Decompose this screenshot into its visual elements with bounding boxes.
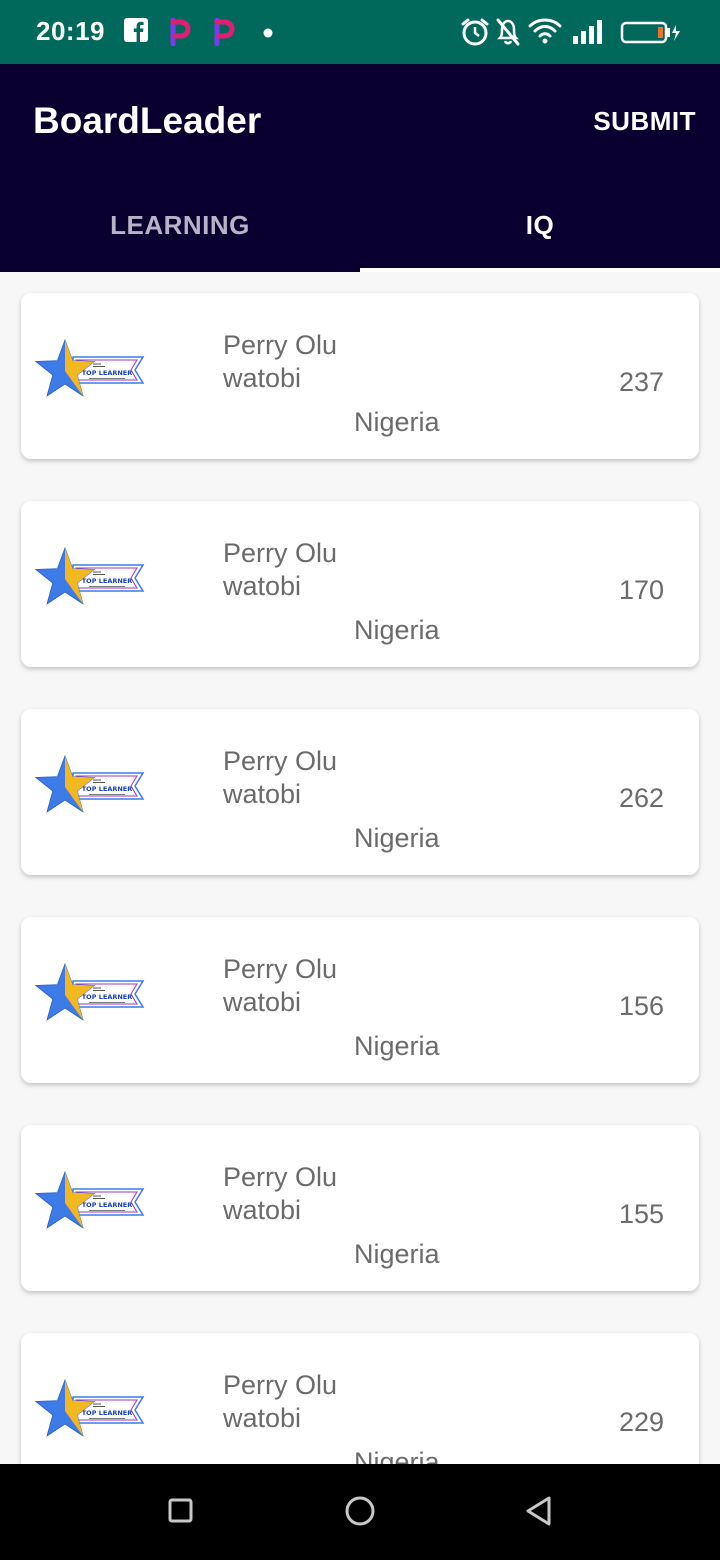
leader-country: Nigeria bbox=[354, 407, 440, 437]
top-learner-badge-icon: TOP LEARNER bbox=[34, 754, 145, 813]
badge-text: TOP LEARNER bbox=[82, 785, 133, 793]
list-item[interactable]: TOP LEARNER Perry Olu watobi Nigeria 237 bbox=[21, 293, 699, 459]
notifications-off-icon bbox=[496, 18, 520, 46]
badge-text: TOP LEARNER bbox=[82, 577, 133, 585]
leader-name: Perry Olu watobi bbox=[223, 1370, 338, 1433]
back-triangle-icon[interactable] bbox=[522, 1494, 556, 1528]
tab-learning[interactable]: LEARNING bbox=[0, 208, 360, 272]
badge-text: TOP LEARNER bbox=[82, 993, 133, 1001]
list-item[interactable]: TOP LEARNER Perry Olu watobi Nigeria 156 bbox=[21, 917, 699, 1083]
alarm-icon bbox=[461, 18, 489, 46]
signal-icon bbox=[573, 20, 602, 44]
wifi-icon bbox=[528, 18, 562, 44]
facebook-icon bbox=[124, 18, 148, 42]
tab-iq[interactable]: IQ bbox=[360, 208, 720, 272]
list-item[interactable]: TOP LEARNER Perry Olu watobi Nigeria 229 bbox=[21, 1333, 699, 1464]
leader-score: 237 bbox=[618, 367, 664, 397]
list-item[interactable]: TOP LEARNER Perry Olu watobi Nigeria 170 bbox=[21, 501, 699, 667]
navigation-bar bbox=[0, 1464, 720, 1560]
notification-dot-icon bbox=[263, 28, 273, 38]
leader-country: Nigeria bbox=[354, 823, 440, 853]
app-title: BoardLeader bbox=[33, 100, 262, 141]
leader-score: 156 bbox=[618, 991, 664, 1021]
top-learner-badge-icon: TOP LEARNER bbox=[34, 962, 145, 1021]
leader-country: Nigeria bbox=[354, 1239, 440, 1269]
leader-score: 229 bbox=[618, 1407, 664, 1437]
leader-name: Perry Olu watobi bbox=[223, 954, 338, 1017]
top-learner-badge-icon: TOP LEARNER bbox=[34, 1170, 145, 1229]
leaderboard-list[interactable]: TOP LEARNER Perry Olu watobi Nigeria 237… bbox=[0, 272, 720, 1464]
list-item[interactable]: TOP LEARNER Perry Olu watobi Nigeria 262 bbox=[21, 709, 699, 875]
top-learner-badge-icon: TOP LEARNER bbox=[34, 1378, 145, 1437]
app-p-icon bbox=[170, 18, 191, 46]
leader-score: 155 bbox=[618, 1199, 664, 1229]
home-circle-icon[interactable] bbox=[342, 1494, 378, 1528]
leader-name: Perry Olu watobi bbox=[223, 330, 338, 393]
badge-text: TOP LEARNER bbox=[82, 369, 133, 377]
leader-score: 262 bbox=[618, 783, 664, 813]
badge-text: TOP LEARNER bbox=[82, 1201, 133, 1209]
top-learner-badge-icon: TOP LEARNER bbox=[34, 338, 145, 397]
app-bar: BoardLeader SUBMIT LEARNING IQ bbox=[0, 64, 720, 272]
battery-charging-icon bbox=[620, 21, 680, 44]
status-bar: 20:19 bbox=[0, 0, 720, 64]
list-item[interactable]: TOP LEARNER Perry Olu watobi Nigeria 155 bbox=[21, 1125, 699, 1291]
leader-score: 170 bbox=[618, 575, 664, 605]
leader-country: Nigeria bbox=[354, 615, 440, 645]
leader-country: Nigeria bbox=[354, 1447, 440, 1464]
leader-name: Perry Olu watobi bbox=[223, 1162, 338, 1225]
leader-name: Perry Olu watobi bbox=[223, 746, 338, 809]
app-p-icon bbox=[214, 18, 235, 46]
recents-square-icon[interactable] bbox=[166, 1494, 196, 1528]
leader-name: Perry Olu watobi bbox=[223, 538, 338, 601]
top-learner-badge-icon: TOP LEARNER bbox=[34, 546, 145, 605]
submit-button[interactable]: SUBMIT bbox=[593, 106, 696, 137]
badge-text: TOP LEARNER bbox=[82, 1409, 133, 1417]
leader-country: Nigeria bbox=[354, 1031, 440, 1061]
status-time: 20:19 bbox=[36, 16, 105, 46]
